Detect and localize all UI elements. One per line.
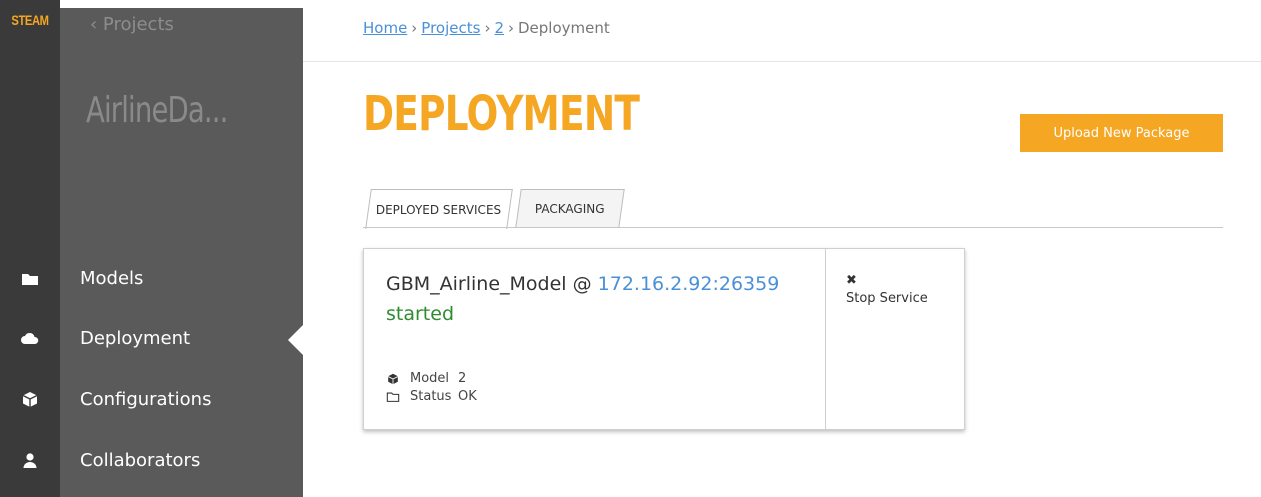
- service-address-link[interactable]: 172.16.2.92:26359: [598, 273, 780, 295]
- tab-packaging[interactable]: PACKAGING: [515, 189, 625, 228]
- breadcrumb-projects-link[interactable]: Projects: [421, 19, 480, 37]
- sidebar-item-models[interactable]: Models: [80, 268, 143, 289]
- project-title: AirlineDa...: [86, 90, 228, 131]
- sidebar-item-collaborators[interactable]: Collaborators: [80, 450, 200, 471]
- tab-label: PACKAGING: [535, 202, 605, 216]
- sidebar-item-configurations[interactable]: Configurations: [80, 389, 211, 410]
- folder-icon[interactable]: [20, 269, 40, 289]
- service-title: GBM_Airline_Model @ 172.16.2.92:26359: [386, 273, 779, 295]
- header-divider: [303, 61, 1261, 62]
- card-divider: [825, 249, 826, 429]
- brand-logo[interactable]: STEAM: [6, 12, 54, 28]
- back-to-projects-link[interactable]: ‹ Projects: [90, 14, 174, 35]
- close-icon: ✖: [846, 273, 857, 288]
- tab-baseline: [363, 227, 1223, 228]
- folder-outline-icon: [386, 392, 400, 402]
- status-meta-row: Status OK: [386, 389, 477, 404]
- upload-package-button[interactable]: Upload New Package: [1020, 114, 1223, 152]
- model-meta-row: Model 2: [386, 371, 466, 386]
- status-value: OK: [458, 389, 477, 404]
- cloud-icon[interactable]: [20, 329, 40, 349]
- breadcrumb-project-link[interactable]: 2: [494, 19, 504, 37]
- active-item-indicator: [288, 325, 303, 355]
- breadcrumb-home-link[interactable]: Home: [363, 19, 407, 37]
- tab-label: DEPLOYED SERVICES: [376, 202, 502, 217]
- breadcrumb: Home › Projects › 2 › Deployment: [363, 19, 610, 37]
- icon-rail: STEAM: [0, 0, 60, 497]
- stop-service-label: Stop Service: [846, 291, 928, 306]
- breadcrumb-current: Deployment: [517, 19, 610, 37]
- model-label: Model: [410, 371, 450, 386]
- user-icon[interactable]: [20, 451, 40, 471]
- tab-deployed-services[interactable]: DEPLOYED SERVICES: [365, 189, 513, 229]
- sidebar-item-deployment[interactable]: Deployment: [80, 328, 190, 349]
- breadcrumb-separator: ›: [484, 19, 491, 37]
- status-label: Status: [410, 389, 452, 404]
- cube-icon[interactable]: [20, 389, 40, 409]
- model-value: 2: [458, 371, 467, 386]
- project-sidebar: ‹ Projects AirlineDa... Models Deploymen…: [60, 8, 303, 497]
- breadcrumb-separator: ›: [507, 19, 514, 37]
- service-status: started: [386, 303, 455, 325]
- page-title: DEPLOYMENT: [363, 86, 640, 142]
- service-name: GBM_Airline_Model @: [386, 273, 598, 295]
- service-card: GBM_Airline_Model @ 172.16.2.92:26359 st…: [363, 248, 965, 430]
- breadcrumb-separator: ›: [411, 19, 418, 37]
- cube-icon: [387, 373, 399, 384]
